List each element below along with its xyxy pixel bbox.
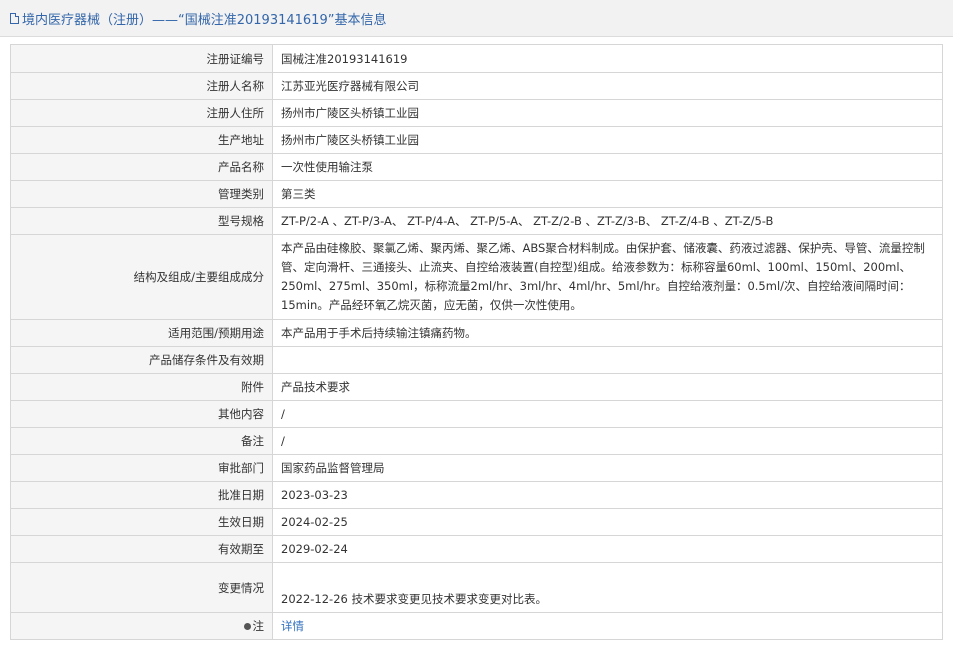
table-row: 注册人住所 扬州市广陵区头桥镇工业园 bbox=[10, 99, 943, 127]
row-value: 国家药品监督管理局 bbox=[272, 454, 943, 482]
page-title-bar: 境内医疗器械（注册）——“国械注准20193141619”基本信息 bbox=[0, 0, 953, 37]
table-row: 审批部门 国家药品监督管理局 bbox=[10, 454, 943, 482]
page-title: 境内医疗器械（注册）——“国械注准20193141619”基本信息 bbox=[22, 12, 387, 28]
details-link[interactable]: 详情 bbox=[281, 619, 304, 633]
row-label: 适用范围/预期用途 bbox=[10, 319, 273, 347]
table-row: 批准日期 2023-03-23 bbox=[10, 481, 943, 509]
row-label: 生产地址 bbox=[10, 126, 273, 154]
row-label: 生效日期 bbox=[10, 508, 273, 536]
row-label: 附件 bbox=[10, 373, 273, 401]
row-label: 产品储存条件及有效期 bbox=[10, 346, 273, 374]
table-row: 注册证编号 国械注准20193141619 bbox=[10, 44, 943, 73]
note-label-cell: 注 bbox=[10, 612, 273, 640]
row-value: / bbox=[272, 427, 943, 455]
row-value bbox=[272, 346, 943, 374]
table-row: 其他内容 / bbox=[10, 400, 943, 428]
row-value: 产品技术要求 bbox=[272, 373, 943, 401]
table-row: 结构及组成/主要组成成分 本产品由硅橡胶、聚氯乙烯、聚丙烯、聚乙烯、ABS聚合材… bbox=[10, 234, 943, 320]
row-label: 管理类别 bbox=[10, 180, 273, 208]
table-row: 变更情况 2022-12-26 技术要求变更见技术要求变更对比表。 bbox=[10, 562, 943, 613]
row-value: 扬州市广陵区头桥镇工业园 bbox=[272, 126, 943, 154]
row-value: 2029-02-24 bbox=[272, 535, 943, 563]
row-label: 批准日期 bbox=[10, 481, 273, 509]
row-value: 一次性使用输注泵 bbox=[272, 153, 943, 181]
table-row: 管理类别 第三类 bbox=[10, 180, 943, 208]
row-label: 有效期至 bbox=[10, 535, 273, 563]
row-label: 产品名称 bbox=[10, 153, 273, 181]
row-label: 注册证编号 bbox=[10, 44, 273, 73]
row-value: 扬州市广陵区头桥镇工业园 bbox=[272, 99, 943, 127]
table-row: 注册人名称 江苏亚光医疗器械有限公司 bbox=[10, 72, 943, 100]
row-value: 2024-02-25 bbox=[272, 508, 943, 536]
row-value: 第三类 bbox=[272, 180, 943, 208]
row-value: / bbox=[272, 400, 943, 428]
row-label: 其他内容 bbox=[10, 400, 273, 428]
row-value: ZT-P/2-A 、ZT-P/3-A、 ZT-P/4-A、 ZT-P/5-A、 … bbox=[272, 207, 943, 235]
row-value: 本产品用于手术后持续输注镇痛药物。 bbox=[272, 319, 943, 347]
table-row-note: 注 详情 bbox=[10, 612, 943, 640]
note-label: 注 bbox=[252, 619, 265, 633]
row-label: 变更情况 bbox=[10, 562, 273, 613]
table-row: 适用范围/预期用途 本产品用于手术后持续输注镇痛药物。 bbox=[10, 319, 943, 347]
row-label: 审批部门 bbox=[10, 454, 273, 482]
row-value: 江苏亚光医疗器械有限公司 bbox=[272, 72, 943, 100]
row-value: 2022-12-26 技术要求变更见技术要求变更对比表。 bbox=[272, 562, 943, 613]
detail-table: 注册证编号 国械注准20193141619 注册人名称 江苏亚光医疗器械有限公司… bbox=[10, 44, 943, 640]
row-label: 注册人名称 bbox=[10, 72, 273, 100]
row-value: 本产品由硅橡胶、聚氯乙烯、聚丙烯、聚乙烯、ABS聚合材料制成。由保护套、储液囊、… bbox=[272, 234, 943, 320]
table-row: 生产地址 扬州市广陵区头桥镇工业园 bbox=[10, 126, 943, 154]
table-row: 产品名称 一次性使用输注泵 bbox=[10, 153, 943, 181]
table-row: 附件 产品技术要求 bbox=[10, 373, 943, 401]
table-row: 备注 / bbox=[10, 427, 943, 455]
table-row: 型号规格 ZT-P/2-A 、ZT-P/3-A、 ZT-P/4-A、 ZT-P/… bbox=[10, 207, 943, 235]
row-value: 2023-03-23 bbox=[272, 481, 943, 509]
row-label: 结构及组成/主要组成成分 bbox=[10, 234, 273, 320]
table-row: 生效日期 2024-02-25 bbox=[10, 508, 943, 536]
table-row: 有效期至 2029-02-24 bbox=[10, 535, 943, 563]
row-label: 注册人住所 bbox=[10, 99, 273, 127]
table-row: 产品储存条件及有效期 bbox=[10, 346, 943, 374]
note-value-cell: 详情 bbox=[272, 612, 943, 640]
row-label: 备注 bbox=[10, 427, 273, 455]
detail-table-wrapper: 注册证编号 国械注准20193141619 注册人名称 江苏亚光医疗器械有限公司… bbox=[10, 44, 943, 640]
bullet-icon bbox=[243, 623, 251, 630]
row-value: 国械注准20193141619 bbox=[272, 44, 943, 73]
document-icon bbox=[10, 12, 19, 24]
row-label: 型号规格 bbox=[10, 207, 273, 235]
